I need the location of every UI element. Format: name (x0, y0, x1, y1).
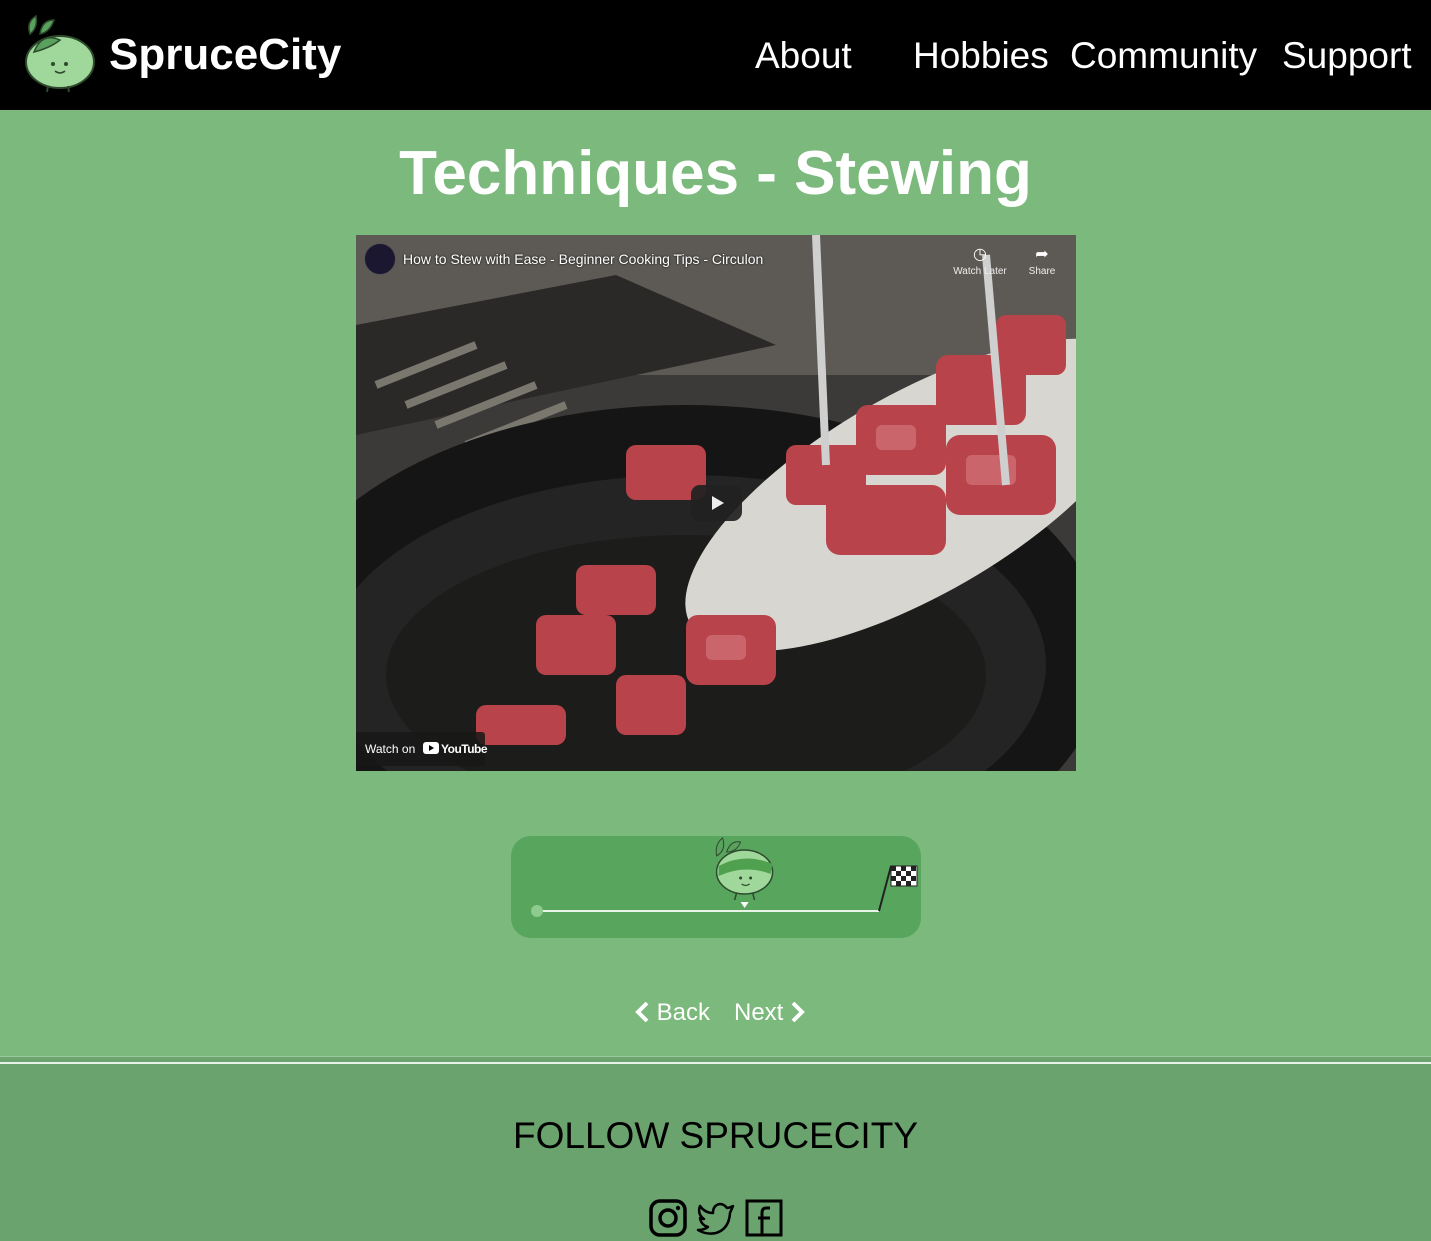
next-button[interactable]: Next (734, 998, 806, 1028)
watch-later-button[interactable]: ◷ Watch Later (950, 244, 1010, 278)
chevron-left-icon (635, 1001, 649, 1023)
twitter-icon[interactable] (696, 1198, 736, 1238)
youtube-icon (423, 742, 439, 754)
clock-icon: ◷ (973, 246, 987, 263)
back-button[interactable]: Back (634, 998, 710, 1028)
video-title[interactable]: How to Stew with Ease - Beginner Cooking… (403, 250, 763, 268)
play-icon[interactable] (691, 485, 742, 521)
facebook-icon[interactable] (744, 1198, 784, 1238)
progress-track (511, 836, 921, 938)
top-navbar: SpruceCity About Hobbies Community Suppo… (0, 0, 1431, 110)
sprucecity-logo[interactable] (20, 12, 96, 94)
back-label: Back (656, 999, 711, 1026)
share-label: Share (1028, 266, 1056, 277)
watch-on-youtube-button[interactable]: Watch on YouTube (356, 732, 488, 766)
page-title: Techniques - Stewing (399, 139, 1032, 208)
instagram-icon[interactable] (648, 1198, 688, 1238)
follow-heading: FOLLOW SPRUCECITY (513, 1115, 918, 1156)
channel-avatar[interactable] (364, 243, 396, 275)
watch-on-label: Watch on (365, 742, 416, 756)
finish-flag-icon (878, 865, 918, 912)
progress-mascot-icon (715, 837, 774, 908)
chevron-right-icon (791, 1001, 805, 1023)
nav-support[interactable]: Support (1282, 34, 1412, 78)
footer-divider (0, 1056, 1431, 1064)
footer: FOLLOW SPRUCECITY (0, 1064, 1431, 1241)
progress-graphic (531, 837, 918, 917)
next-label: Next (734, 999, 784, 1026)
nav-hobbies[interactable]: Hobbies (913, 34, 1049, 78)
nav-about[interactable]: About (755, 34, 852, 78)
watch-later-label: Watch Later (953, 266, 1007, 277)
share-icon: ➦ (1035, 246, 1049, 263)
brand-name[interactable]: SpruceCity (109, 30, 341, 80)
start-marker (531, 905, 543, 917)
share-button[interactable]: ➦ Share (1012, 244, 1072, 278)
youtube-wordmark: YouTube (441, 742, 488, 756)
youtube-video-embed[interactable]: How to Stew with Ease - Beginner Cooking… (356, 235, 1076, 771)
nav-community[interactable]: Community (1070, 34, 1257, 78)
